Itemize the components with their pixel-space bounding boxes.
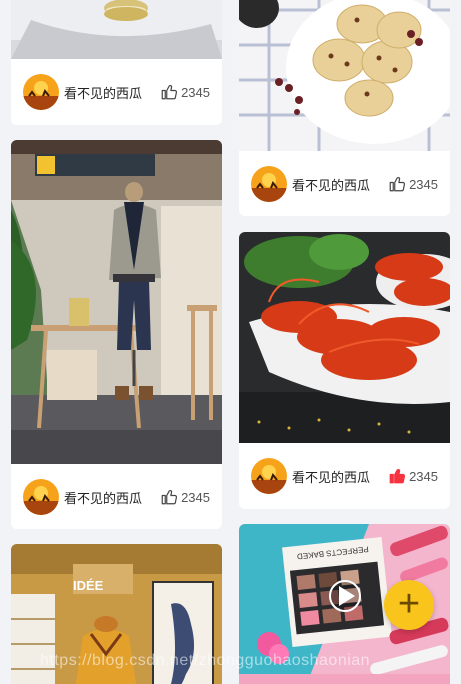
store-sign-idee: IDÉE xyxy=(73,578,104,593)
feed-card-macaron[interactable]: 看不见的西瓜 2345 xyxy=(11,0,222,125)
like-button[interactable]: 2345 xyxy=(160,83,210,101)
add-post-button[interactable]: + xyxy=(384,580,434,630)
avatar[interactable] xyxy=(23,74,59,110)
play-button[interactable] xyxy=(329,580,361,612)
author-name[interactable]: 看不见的西瓜 xyxy=(64,83,160,102)
card-meta: 看不见的西瓜 2345 xyxy=(11,464,222,529)
crayfish-image xyxy=(239,232,450,443)
like-count: 2345 xyxy=(181,84,210,100)
card-meta: 看不见的西瓜 2345 xyxy=(11,59,222,125)
avatar[interactable] xyxy=(251,458,287,494)
like-button[interactable]: 2345 xyxy=(388,467,438,485)
thumbs-up-icon xyxy=(389,469,406,484)
avatar[interactable] xyxy=(23,479,59,515)
like-button[interactable]: 2345 xyxy=(388,175,438,193)
thumbs-up-icon xyxy=(161,490,178,505)
like-count: 2345 xyxy=(409,468,438,484)
like-count: 2345 xyxy=(409,176,438,192)
card-meta: 看不见的西瓜 2345 xyxy=(239,151,450,216)
feed-card-crayfish[interactable]: 看不见的西瓜 2345 xyxy=(239,232,450,509)
avatar[interactable] xyxy=(251,166,287,202)
feed-card-fashion[interactable]: 看不见的西瓜 2345 xyxy=(11,140,222,529)
macaron-image xyxy=(11,0,222,59)
card-meta: 看不见的西瓜 2345 xyxy=(239,443,450,509)
feed-card-cookies[interactable]: 看不见的西瓜 2345 xyxy=(239,0,450,216)
author-name[interactable]: 看不见的西瓜 xyxy=(292,467,388,486)
fashion-image xyxy=(11,140,222,464)
cookies-image xyxy=(239,0,450,151)
author-name[interactable]: 看不见的西瓜 xyxy=(292,175,388,194)
play-icon xyxy=(339,586,355,606)
like-button[interactable]: 2345 xyxy=(160,488,210,506)
author-name[interactable]: 看不见的西瓜 xyxy=(64,488,160,507)
watermark: https://blog.csdn.net/zhongguohaoshaonia… xyxy=(40,652,371,669)
thumbs-up-icon xyxy=(161,85,178,100)
plus-icon: + xyxy=(397,583,421,625)
thumbs-up-icon xyxy=(389,177,406,192)
like-count: 2345 xyxy=(181,489,210,505)
